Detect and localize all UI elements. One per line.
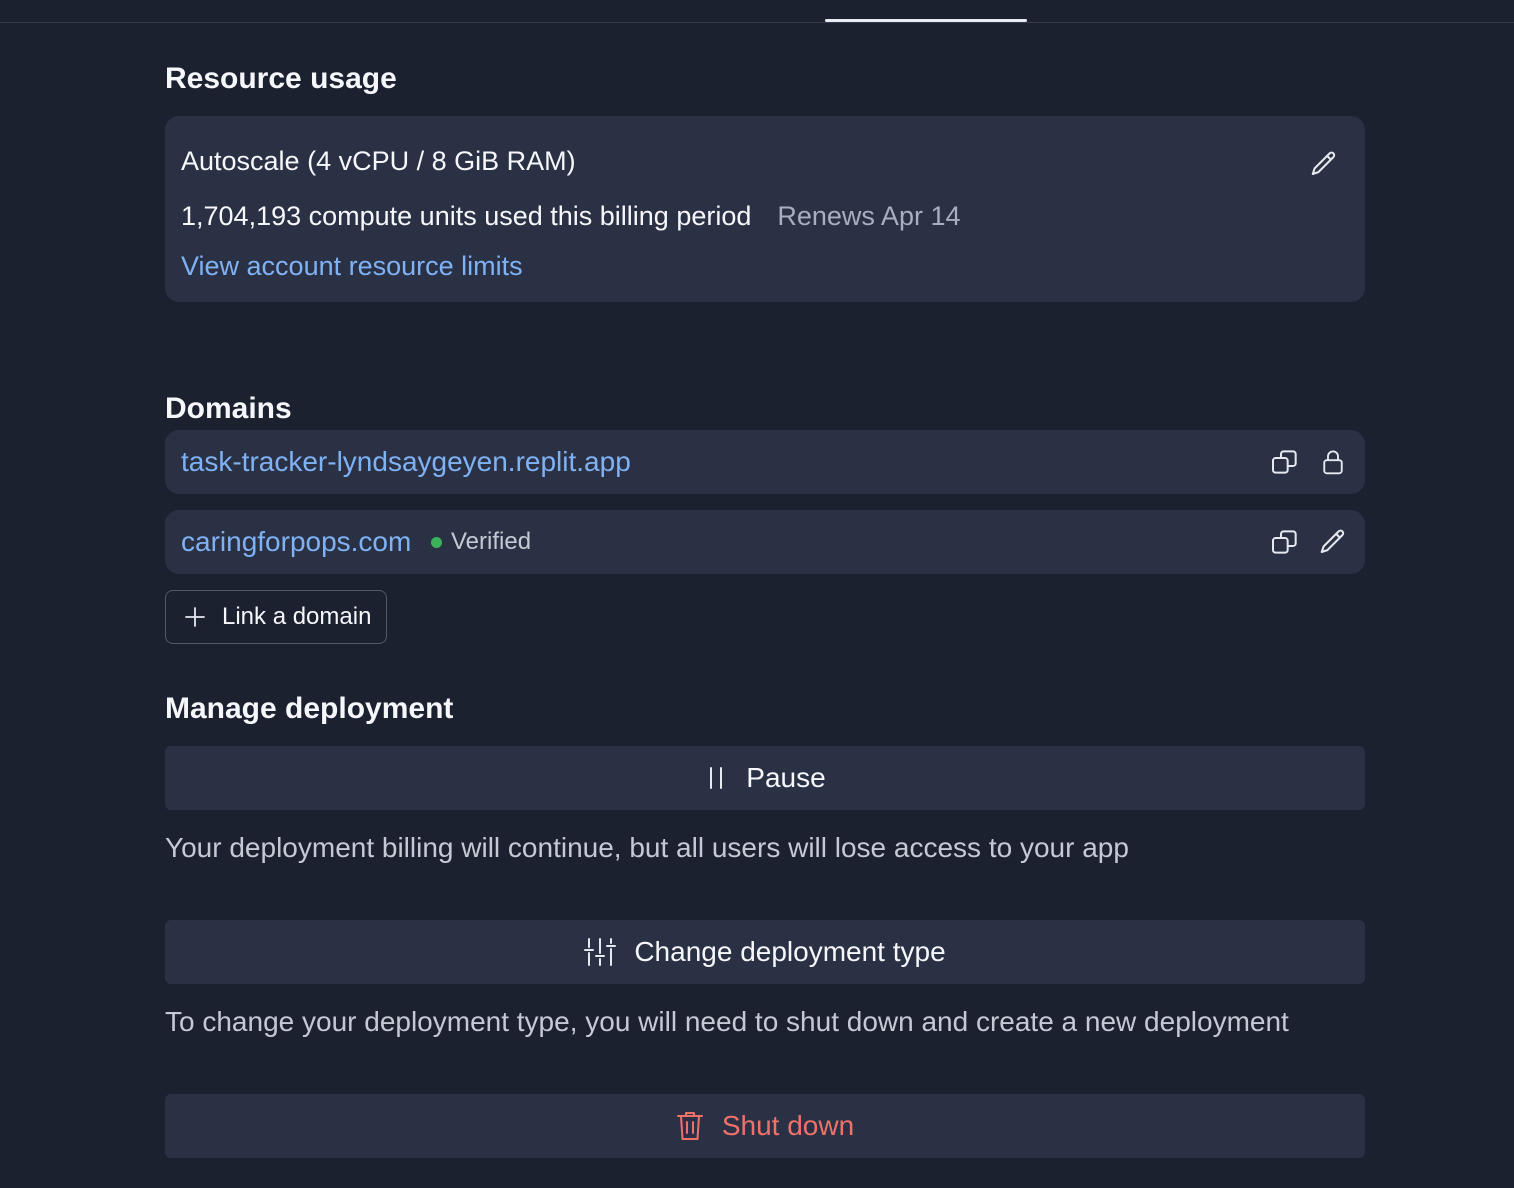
active-tab-indicator (825, 19, 1027, 22)
plan-label: Autoscale (4 vCPU / 8 GiB RAM) (181, 146, 576, 176)
status-label: Verified (451, 528, 532, 555)
shut-down-button[interactable]: Shut down (165, 1094, 1365, 1158)
resource-usage-card: Autoscale (4 vCPU / 8 GiB RAM) 1,704,193… (165, 116, 1365, 302)
link-domain-label: Link a domain (222, 603, 372, 630)
lock-domain-button[interactable] (1316, 445, 1350, 479)
pause-button[interactable]: Pause (165, 746, 1365, 810)
copy-icon (1272, 450, 1297, 474)
copy-domain-button[interactable] (1268, 445, 1302, 479)
edit-plan-button[interactable] (1307, 147, 1341, 181)
pencil-icon (1311, 151, 1336, 175)
pause-icon (704, 765, 728, 791)
plus-icon (184, 606, 206, 628)
shut-down-label: Shut down (721, 1110, 855, 1141)
pause-label: Pause (746, 762, 826, 793)
domain-list: task-tracker-lyndsaygeyen.replit.app car… (165, 430, 1365, 574)
sliders-icon (584, 937, 617, 967)
trash-icon (676, 1110, 704, 1142)
compute-units-text: 1,704,193 compute units used this billin… (181, 201, 960, 232)
change-deployment-description: To change your deployment type, you will… (165, 1006, 1289, 1037)
resource-usage-heading: Resource usage (165, 62, 397, 95)
status-dot-icon (431, 536, 442, 548)
domain-row: caringforpops.com Verified (165, 510, 1365, 574)
deployment-settings: Resource usage Autoscale (4 vCPU / 8 GiB… (165, 40, 1365, 1158)
domain-url[interactable]: task-tracker-lyndsaygeyen.replit.app (181, 430, 631, 494)
renews-date: Renews Apr 14 (777, 201, 961, 231)
link-domain-button[interactable]: Link a domain (165, 590, 387, 644)
domains-heading: Domains (165, 392, 292, 425)
lock-icon (1323, 450, 1343, 475)
top-tab-bar (0, 0, 1514, 23)
pencil-icon (1320, 529, 1345, 553)
change-deployment-type-button[interactable]: Change deployment type (165, 920, 1365, 984)
copy-icon (1272, 530, 1297, 554)
domain-row: task-tracker-lyndsaygeyen.replit.app (165, 430, 1365, 494)
copy-domain-button[interactable] (1268, 525, 1302, 559)
change-deployment-type-label: Change deployment type (634, 936, 946, 967)
view-resource-limits-link[interactable]: View account resource limits (181, 251, 523, 282)
edit-domain-button[interactable] (1316, 525, 1350, 559)
verified-status: Verified (431, 510, 531, 574)
manage-deployment-heading: Manage deployment (165, 692, 454, 725)
domain-url[interactable]: caringforpops.com (181, 510, 411, 574)
pause-description: Your deployment billing will continue, b… (165, 832, 1129, 863)
compute-units-value: 1,704,193 compute units used this billin… (181, 201, 752, 231)
